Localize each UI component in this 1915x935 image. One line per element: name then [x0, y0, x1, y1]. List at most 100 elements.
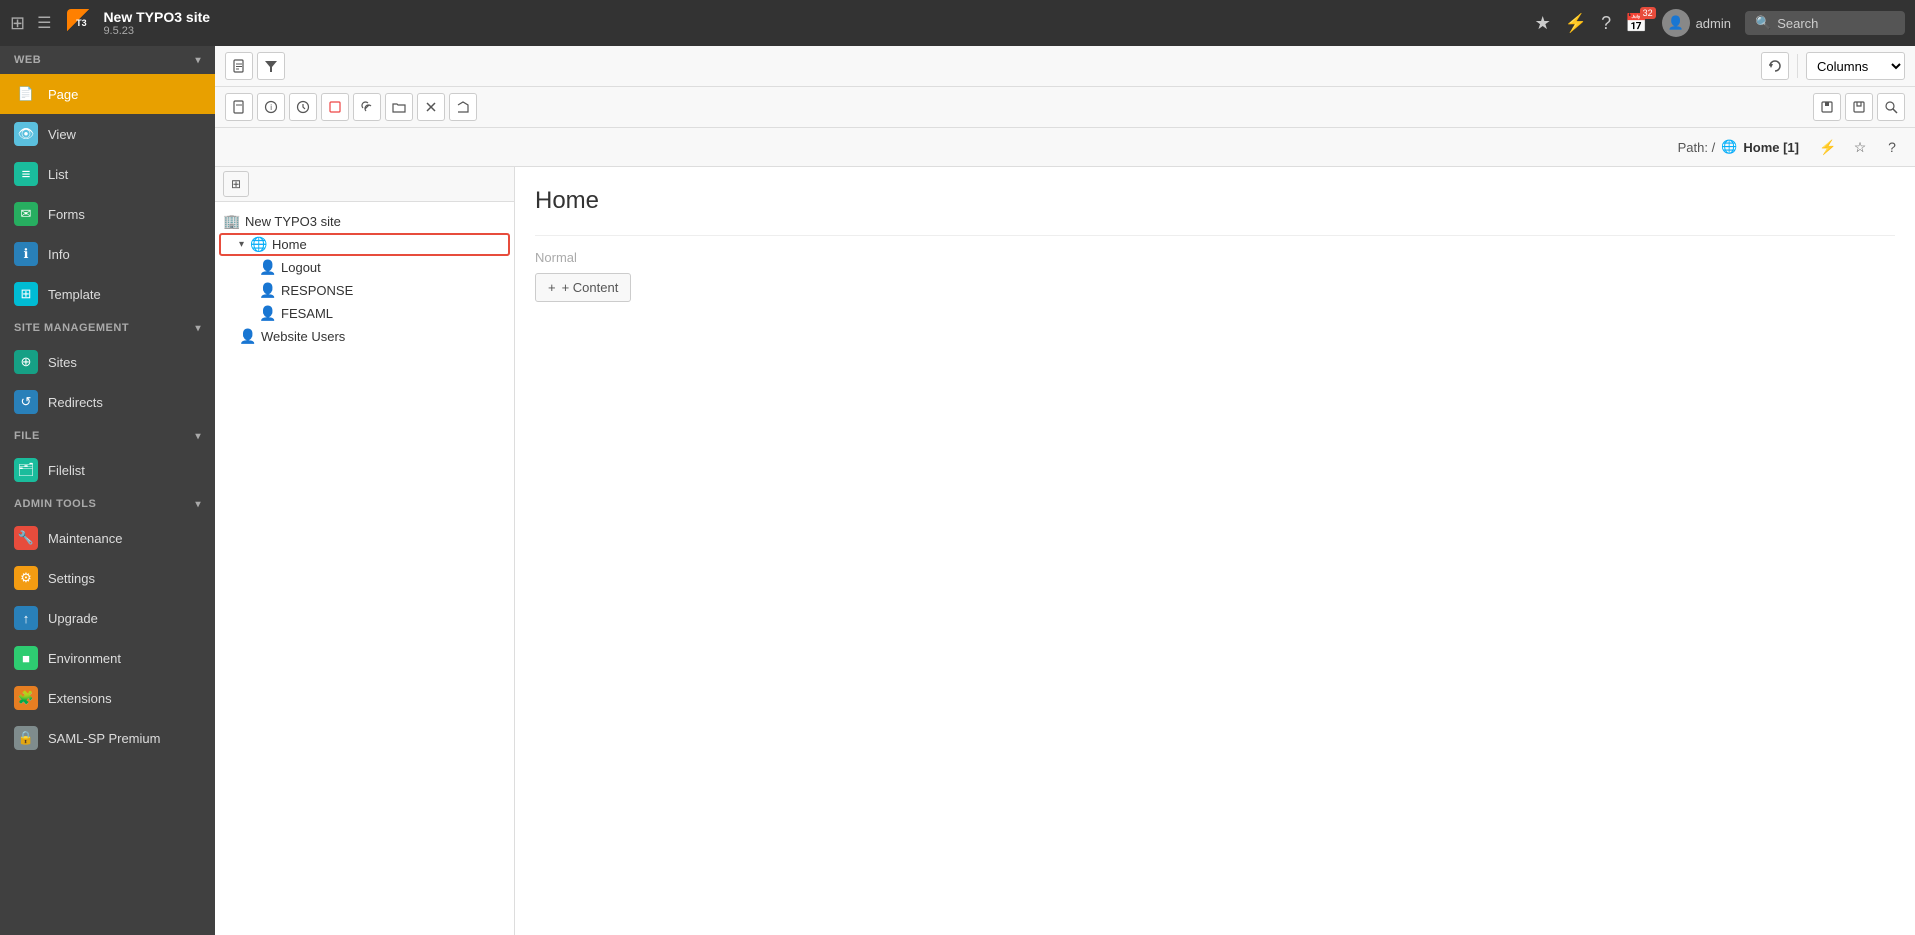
- tree-node-website-users[interactable]: 👤 Website Users: [219, 325, 510, 348]
- bolt-icon[interactable]: ⚡: [1565, 13, 1587, 34]
- expand-all-btn[interactable]: ⊞: [223, 171, 249, 197]
- template-icon: ⊞: [14, 282, 38, 306]
- sidebar-item-maintenance[interactable]: 🔧 Maintenance: [0, 518, 215, 558]
- filelist-icon: 🗂: [14, 458, 38, 482]
- website-users-icon: 👤: [239, 328, 257, 345]
- search-bar[interactable]: 🔍 Search: [1745, 11, 1905, 35]
- saml-icon: 🔒: [14, 726, 38, 750]
- sidebar-item-forms[interactable]: ✉ Forms: [0, 194, 215, 234]
- menu-icon[interactable]: ☰: [37, 13, 51, 33]
- sidebar-item-template[interactable]: ⊞ Template: [0, 274, 215, 314]
- sidebar-item-upgrade-label: Upgrade: [48, 611, 98, 626]
- move-btn[interactable]: [321, 93, 349, 121]
- move2-btn[interactable]: [449, 93, 477, 121]
- home-globe-icon: 🌐: [250, 236, 268, 253]
- search-icon: 🔍: [1755, 15, 1771, 31]
- sidebar-item-maintenance-label: Maintenance: [48, 531, 122, 546]
- sidebar-item-filelist[interactable]: 🗂 Filelist: [0, 450, 215, 490]
- upgrade-icon: ↑: [14, 606, 38, 630]
- grid-icon[interactable]: ⊞: [10, 13, 25, 34]
- maintenance-icon: 🔧: [14, 526, 38, 550]
- tree-node-site[interactable]: 🏢 New TYPO3 site: [219, 210, 510, 233]
- forms-icon: ✉: [14, 202, 38, 226]
- sidebar-section-admin[interactable]: ADMIN TOOLS ▾: [0, 490, 215, 518]
- new-page-btn[interactable]: [225, 52, 253, 80]
- page-section-label: Normal: [535, 250, 1895, 265]
- sidebar-item-settings[interactable]: ⚙ Settings: [0, 558, 215, 598]
- site-name-block: New TYPO3 site 9.5.23: [103, 9, 210, 37]
- page-toolbar-2: i: [215, 87, 1915, 128]
- tree-website-users-label: Website Users: [261, 329, 345, 344]
- fesaml-icon: 👤: [259, 305, 277, 322]
- sidebar-item-redirects[interactable]: ↺ Redirects: [0, 382, 215, 422]
- site-root-icon: 🏢: [223, 213, 241, 230]
- list-icon: ≡: [14, 162, 38, 186]
- save-layout-btn[interactable]: [1813, 93, 1841, 121]
- add-content-label: + Content: [562, 280, 619, 295]
- sidebar-item-view[interactable]: 👁 View: [0, 114, 215, 154]
- help-icon[interactable]: ?: [1601, 13, 1611, 34]
- search-label: Search: [1777, 16, 1818, 31]
- sidebar-item-environment[interactable]: ■ Environment: [0, 638, 215, 678]
- path-home[interactable]: Home [1]: [1743, 140, 1799, 155]
- view-mode-select[interactable]: Columns Languages QuickEdit: [1806, 52, 1905, 80]
- tree-site-label: New TYPO3 site: [245, 214, 341, 229]
- sidebar-item-info[interactable]: ℹ Info: [0, 234, 215, 274]
- sites-icon: ⊕: [14, 350, 38, 374]
- web-section-label: WEB: [14, 54, 41, 66]
- site-logo: T3 New TYPO3 site 9.5.23: [67, 9, 210, 37]
- tree-home-label: Home: [272, 237, 307, 252]
- tree-node-fesaml[interactable]: 👤 FESAML: [219, 302, 510, 325]
- redirects-icon: ↺: [14, 390, 38, 414]
- link-btn[interactable]: [353, 93, 381, 121]
- sidebar-item-page[interactable]: 📄 Page: [0, 74, 215, 114]
- sidebar-item-extensions[interactable]: 🧩 Extensions: [0, 678, 215, 718]
- environment-icon: ■: [14, 646, 38, 670]
- history-btn[interactable]: [289, 93, 317, 121]
- sidebar-section-web[interactable]: WEB ▾: [0, 46, 215, 74]
- page-toolbar: Columns Languages QuickEdit: [215, 46, 1915, 87]
- star-btn[interactable]: ☆: [1847, 134, 1873, 160]
- add-content-button[interactable]: + + Content: [535, 273, 631, 302]
- folder-btn[interactable]: [385, 93, 413, 121]
- sidebar-section-file[interactable]: FILE ▾: [0, 422, 215, 450]
- notifications-button[interactable]: 📅 32: [1625, 13, 1647, 34]
- info-btn2[interactable]: i: [257, 93, 285, 121]
- svg-text:i: i: [270, 103, 272, 112]
- sidebar-item-redirects-label: Redirects: [48, 395, 103, 410]
- sidebar-item-forms-label: Forms: [48, 207, 85, 222]
- tree-node-logout[interactable]: 👤 Logout: [219, 256, 510, 279]
- export-btn[interactable]: [1845, 93, 1873, 121]
- help-btn2[interactable]: ?: [1879, 134, 1905, 160]
- search-content-btn[interactable]: [1877, 93, 1905, 121]
- page-title: Home: [535, 187, 1895, 215]
- topbar-actions: ★ ⚡ ? 📅 32 👤 admin 🔍 Search: [1535, 9, 1905, 37]
- filter-btn[interactable]: [257, 52, 285, 80]
- tree-logout-label: Logout: [281, 260, 321, 275]
- sidebar-item-upgrade[interactable]: ↑ Upgrade: [0, 598, 215, 638]
- main-layout: WEB ▾ 📄 Page 👁 View ≡ List ✉ Forms: [0, 46, 1915, 935]
- tree-node-response[interactable]: 👤 RESPONSE: [219, 279, 510, 302]
- new-content-btn[interactable]: [225, 93, 253, 121]
- sidebar-item-saml-label: SAML-SP Premium: [48, 731, 160, 746]
- delete-btn[interactable]: [417, 93, 445, 121]
- lightning-btn[interactable]: ⚡: [1815, 134, 1841, 160]
- tree-node-home[interactable]: ▾ 🌐 Home: [219, 233, 510, 256]
- refresh-btn[interactable]: [1761, 52, 1789, 80]
- settings-icon: ⚙: [14, 566, 38, 590]
- sidebar-item-saml[interactable]: 🔒 SAML-SP Premium: [0, 718, 215, 758]
- path-actions: ⚡ ☆ ?: [1815, 134, 1905, 160]
- user-menu[interactable]: 👤 admin: [1662, 9, 1731, 37]
- sidebar-item-list-label: List: [48, 167, 68, 182]
- site-mgmt-chevron-icon: ▾: [195, 323, 201, 334]
- file-section-label: FILE: [14, 430, 40, 442]
- toolbar-separator-1: [1797, 54, 1798, 78]
- admin-chevron-icon: ▾: [195, 499, 201, 510]
- bookmark-icon[interactable]: ★: [1535, 13, 1551, 34]
- sidebar-item-sites[interactable]: ⊕ Sites: [0, 342, 215, 382]
- sidebar-item-page-label: Page: [48, 87, 78, 102]
- sidebar-item-list[interactable]: ≡ List: [0, 154, 215, 194]
- page-icon: 📄: [14, 82, 38, 106]
- sidebar-section-site-mgmt[interactable]: SITE MANAGEMENT ▾: [0, 314, 215, 342]
- topbar: ⊞ ☰ T3 New TYPO3 site 9.5.23 ★ ⚡ ? 📅 32 …: [0, 0, 1915, 46]
